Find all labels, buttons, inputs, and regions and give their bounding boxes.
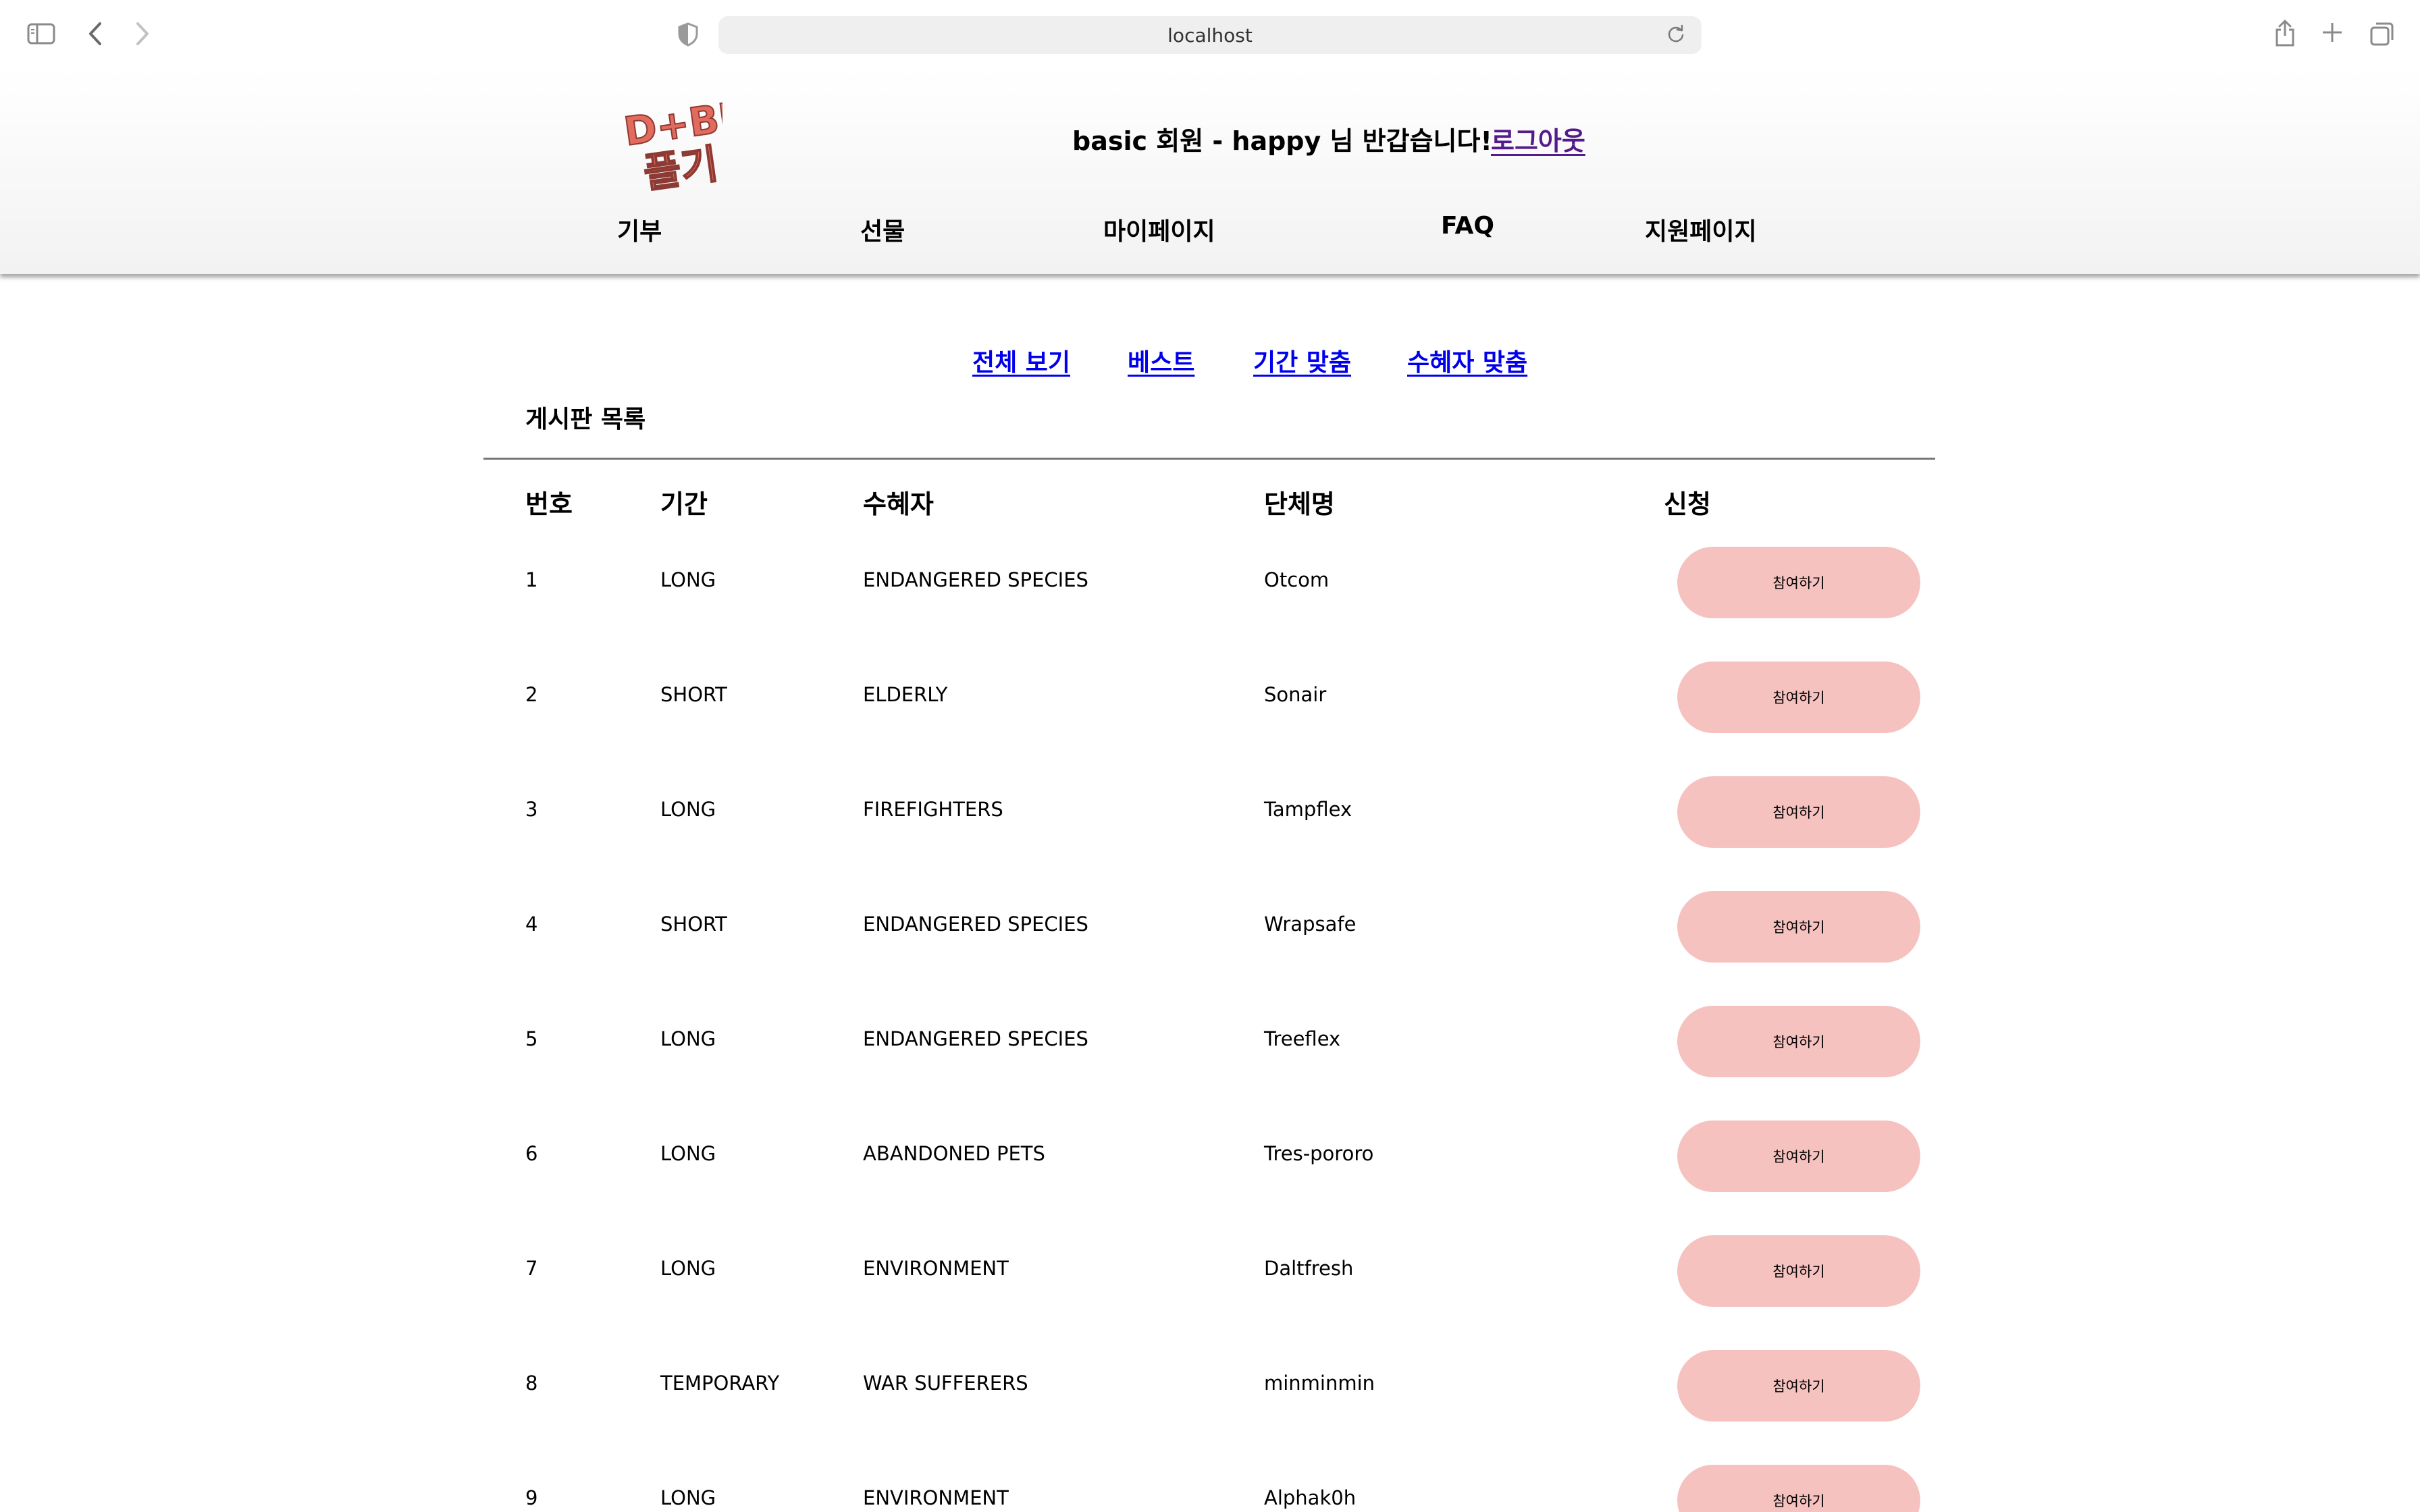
divider: [483, 458, 1935, 460]
reload-icon[interactable]: [1666, 24, 1688, 46]
row-recipient: ELDERLY: [863, 683, 948, 706]
row-period: LONG: [660, 568, 716, 591]
table-row: 6 LONG ABANDONED PETS Tres-pororo 참여하기: [0, 1119, 2420, 1193]
col-apply: 신청: [1664, 489, 1711, 519]
filter-recipient[interactable]: 수혜자 맞춤: [1407, 343, 1527, 378]
row-recipient: ABANDONED PETS: [863, 1142, 1045, 1165]
greeting-text: basic 회원 - happy 님 반갑습니다!: [1072, 126, 1492, 156]
row-period: LONG: [660, 1257, 716, 1280]
row-period: LONG: [660, 1027, 716, 1050]
row-recipient: ENDANGERED SPECIES: [863, 568, 1088, 591]
board-title: 게시판 목록: [525, 406, 646, 433]
row-number: 1: [525, 568, 538, 591]
join-button[interactable]: 참여하기: [1677, 547, 1920, 618]
address-bar[interactable]: localhost: [718, 16, 1702, 54]
join-button[interactable]: 참여하기: [1677, 891, 1920, 963]
row-organization: Wrapsafe: [1264, 913, 1357, 936]
row-number: 5: [525, 1027, 538, 1050]
row-number: 2: [525, 683, 538, 706]
row-number: 4: [525, 913, 538, 936]
row-period: LONG: [660, 1142, 716, 1165]
row-recipient: WAR SUFFERERS: [863, 1372, 1028, 1395]
share-icon[interactable]: [2271, 18, 2298, 47]
row-period: LONG: [660, 1486, 716, 1509]
plus-icon[interactable]: [2319, 19, 2346, 46]
main-nav: 기부 선물 마이페이지 FAQ 지원페이지: [0, 212, 2420, 252]
row-organization: Otcom: [1264, 568, 1330, 591]
join-button[interactable]: 참여하기: [1677, 1350, 1920, 1422]
row-recipient: ENVIRONMENT: [863, 1257, 1009, 1280]
site-header: D+BH 플기 basic 회원 - happy 님 반갑습니다! 로그아웃 기…: [0, 68, 2420, 274]
url-text: localhost: [1167, 24, 1253, 47]
table-row: 2 SHORT ELDERLY Sonair 참여하기: [0, 660, 2420, 734]
row-recipient: ENDANGERED SPECIES: [863, 913, 1088, 936]
table-row: 5 LONG ENDANGERED SPECIES Treeflex 참여하기: [0, 1004, 2420, 1079]
browser-toolbar: localhost: [0, 0, 2420, 68]
shield-icon[interactable]: [677, 22, 700, 47]
filter-best[interactable]: 베스트: [1128, 343, 1194, 378]
row-organization: Sonair: [1264, 683, 1327, 706]
table-row: 1 LONG ENDANGERED SPECIES Otcom 참여하기: [0, 545, 2420, 620]
row-number: 8: [525, 1372, 538, 1395]
filter-period[interactable]: 기간 맞춤: [1253, 343, 1351, 378]
row-organization: Tampflex: [1264, 798, 1352, 821]
tabs-icon[interactable]: [2369, 20, 2396, 47]
logo[interactable]: D+BH 플기: [621, 91, 755, 198]
join-button[interactable]: 참여하기: [1677, 1120, 1920, 1192]
row-number: 7: [525, 1257, 538, 1280]
nav-donate[interactable]: 기부: [617, 212, 662, 247]
row-number: 9: [525, 1486, 538, 1509]
table-row: 4 SHORT ENDANGERED SPECIES Wrapsafe 참여하기: [0, 890, 2420, 964]
row-organization: Daltfresh: [1264, 1257, 1354, 1280]
row-recipient: ENVIRONMENT: [863, 1486, 1009, 1509]
row-number: 3: [525, 798, 538, 821]
join-button[interactable]: 참여하기: [1677, 1235, 1920, 1307]
table-row: 3 LONG FIREFIGHTERS Tampflex 참여하기: [0, 775, 2420, 849]
row-organization: Treeflex: [1264, 1027, 1341, 1050]
nav-faq[interactable]: FAQ: [1441, 212, 1494, 240]
join-button[interactable]: 참여하기: [1677, 1006, 1920, 1077]
table-header: 번호 기간 수혜자 단체명 신청: [0, 483, 2420, 524]
nav-support[interactable]: 지원페이지: [1645, 212, 1757, 247]
row-period: TEMPORARY: [660, 1372, 780, 1395]
col-organization: 단체명: [1264, 489, 1335, 519]
nav-mypage[interactable]: 마이페이지: [1103, 212, 1215, 247]
join-button[interactable]: 참여하기: [1677, 662, 1920, 733]
row-number: 6: [525, 1142, 538, 1165]
col-period: 기간: [660, 489, 708, 519]
col-recipient: 수혜자: [863, 489, 934, 519]
row-organization: Tres-pororo: [1264, 1142, 1374, 1165]
nav-gift[interactable]: 선물: [860, 212, 905, 247]
join-button[interactable]: 참여하기: [1677, 776, 1920, 848]
logout-link[interactable]: 로그아웃: [1491, 120, 1585, 157]
row-organization: minminmin: [1264, 1372, 1375, 1395]
row-period: SHORT: [660, 683, 727, 706]
sidebar-icon[interactable]: [27, 23, 55, 45]
back-icon[interactable]: [85, 20, 105, 47]
join-button[interactable]: 참여하기: [1677, 1465, 1920, 1512]
row-recipient: ENDANGERED SPECIES: [863, 1027, 1088, 1050]
forward-icon[interactable]: [132, 20, 153, 47]
table-row: 7 LONG ENVIRONMENT Daltfresh 참여하기: [0, 1234, 2420, 1308]
table-row: 9 LONG ENVIRONMENT Alphak0h 참여하기: [0, 1463, 2420, 1512]
row-organization: Alphak0h: [1264, 1486, 1357, 1509]
row-period: LONG: [660, 798, 716, 821]
row-recipient: FIREFIGHTERS: [863, 798, 1003, 821]
filter-all[interactable]: 전체 보기: [972, 343, 1070, 378]
col-number: 번호: [525, 489, 573, 519]
table-row: 8 TEMPORARY WAR SUFFERERS minminmin 참여하기: [0, 1349, 2420, 1423]
board-filter-nav: 전체 보기 베스트 기간 맞춤 수혜자 맞춤: [0, 343, 2420, 383]
row-period: SHORT: [660, 913, 727, 936]
